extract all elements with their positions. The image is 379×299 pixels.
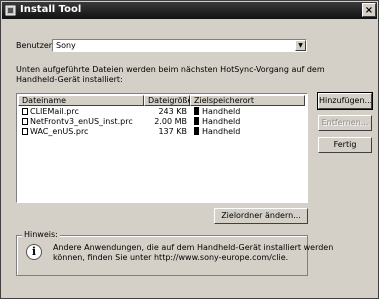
handheld-icon (194, 107, 199, 115)
handheld-icon (194, 127, 199, 135)
file-size: 2.00 MB (154, 117, 187, 126)
add-button[interactable]: Hinzufügen... (317, 92, 373, 110)
hint-line-1: Andere Anwendungen, die auf dem Handheld… (53, 243, 334, 252)
file-destination: Handheld (202, 107, 241, 116)
file-name: NetFrontv3_enUS_inst.prc (30, 117, 133, 126)
hint-legend: Hinweis: (22, 230, 60, 239)
user-select-value: Sony (56, 41, 76, 50)
column-header-size[interactable]: Dateigröße (144, 95, 192, 106)
remove-button[interactable]: Entfernen... (318, 115, 372, 131)
file-name: WAC_enUS.prc (30, 127, 89, 136)
column-header-destination[interactable]: Zielspeicherort (190, 95, 305, 106)
instruction-line-2: Handheld-Gerät installiert: (16, 75, 123, 84)
file-icon (22, 128, 28, 135)
install-tool-icon (5, 5, 16, 16)
table-row[interactable]: NetFrontv3_enUS_inst.prc 2.00 MB Handhel… (18, 117, 306, 127)
window-title: Install Tool (20, 4, 82, 15)
hint-line-2: können, finden Sie unter http://www.sony… (53, 253, 289, 262)
close-icon: × (364, 5, 374, 16)
file-size: 243 KB (158, 107, 187, 116)
handheld-icon (194, 117, 199, 125)
chevron-down-icon[interactable]: ▼ (295, 40, 306, 51)
info-icon: i (26, 244, 42, 260)
change-folder-button[interactable]: Zielordner ändern... (214, 208, 308, 224)
done-button[interactable]: Fertig (318, 137, 372, 153)
table-row[interactable]: WAC_enUS.prc 137 KB Handheld (18, 127, 306, 137)
file-icon (22, 118, 28, 125)
file-icon (22, 108, 28, 115)
file-list[interactable]: Dateiname Dateigröße Zielspeicherort CLI… (16, 93, 308, 203)
file-name: CLIEMail.prc (30, 107, 79, 116)
table-row[interactable]: CLIEMail.prc 243 KB Handheld (18, 107, 306, 117)
user-select[interactable]: Sony ▼ (52, 39, 307, 52)
hint-group: Hinweis: i Andere Anwendungen, die auf d… (16, 230, 333, 276)
instruction-line-1: Unten aufgeführte Dateien werden beim nä… (16, 65, 325, 74)
user-label: Benutzer: (16, 41, 55, 50)
install-tool-window: Install Tool × Benutzer: Sony ▼ Unten au… (0, 0, 379, 299)
file-destination: Handheld (202, 117, 241, 126)
column-header-filename[interactable]: Dateiname (18, 95, 144, 106)
title-bar[interactable]: Install Tool × (2, 2, 377, 19)
file-destination: Handheld (202, 127, 241, 136)
close-button[interactable]: × (362, 3, 376, 17)
file-size: 137 KB (158, 127, 187, 136)
